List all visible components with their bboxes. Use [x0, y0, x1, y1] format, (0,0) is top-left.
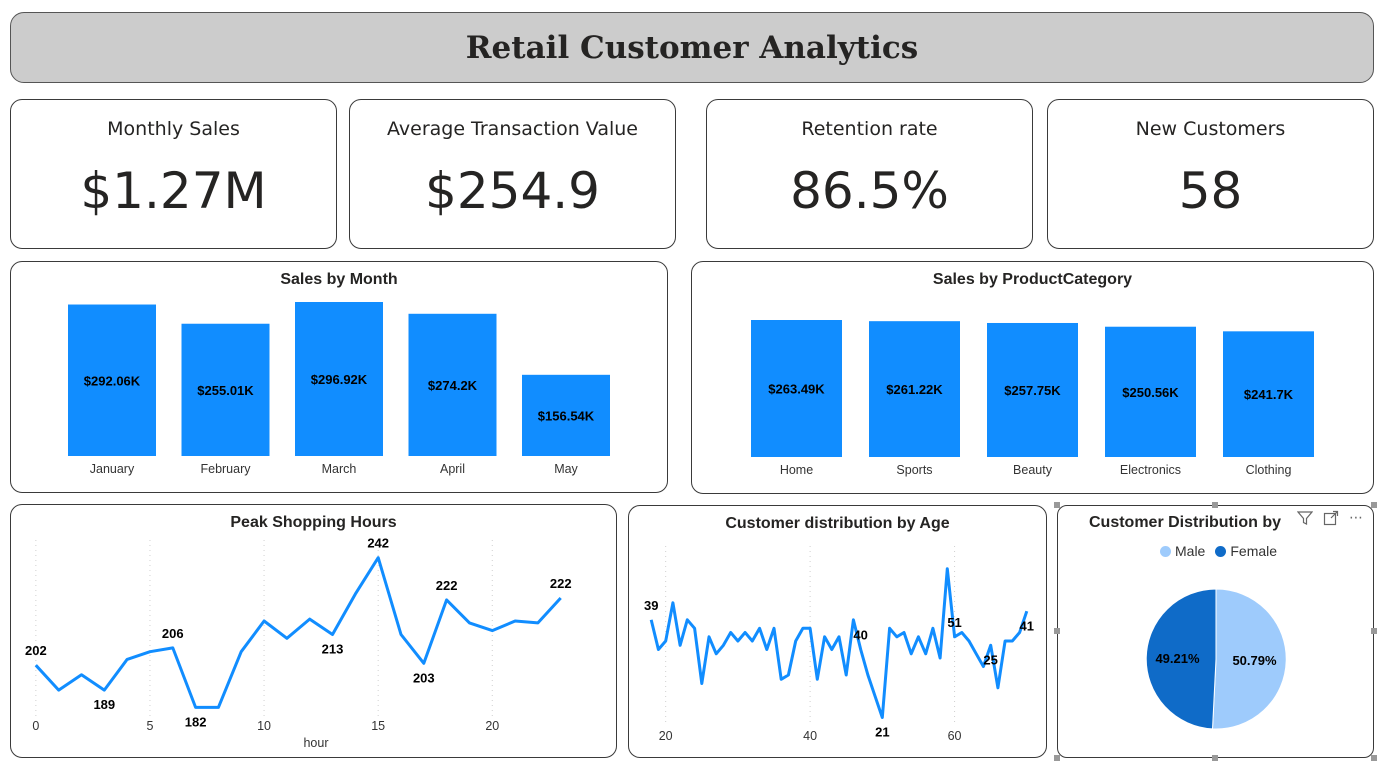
data-label: 242	[367, 536, 389, 551]
data-label: 222	[550, 576, 572, 591]
data-label: $296.92K	[311, 372, 368, 387]
kpi-label: Monthly Sales	[107, 118, 240, 140]
data-label: 21	[875, 725, 889, 740]
kpi-card-average-transaction-value[interactable]: Average Transaction Value $254.9	[349, 99, 676, 249]
x-tick-label: February	[200, 462, 251, 476]
kpi-card-new-customers[interactable]: New Customers 58	[1047, 99, 1374, 249]
gender-distribution-chart[interactable]: Customer Distribution by ⋯ Male Female 5…	[1054, 502, 1377, 761]
data-label: $257.75K	[1004, 383, 1061, 398]
resize-handle[interactable]	[1371, 755, 1377, 761]
peak-shopping-hours-chart[interactable]: Peak Shopping Hours 0 5 10 15 20 202 189 206 182…	[10, 504, 617, 758]
kpi-value: $1.27M	[80, 162, 267, 220]
slice-label: 49.21%	[1155, 651, 1200, 666]
data-label: 182	[185, 714, 207, 729]
x-tick-label: April	[440, 462, 465, 476]
kpi-label: New Customers	[1135, 118, 1286, 140]
kpi-value: 86.5%	[790, 162, 949, 220]
resize-handle[interactable]	[1212, 502, 1218, 508]
x-tick-label: Home	[780, 463, 813, 477]
x-tick-label: 0	[32, 719, 39, 733]
data-label: $255.01K	[197, 383, 254, 398]
x-tick-label: Clothing	[1246, 463, 1292, 477]
x-tick-label: 15	[371, 719, 385, 733]
data-label: 222	[436, 578, 458, 593]
x-tick-label: March	[322, 462, 357, 476]
data-label: 206	[162, 626, 184, 641]
data-label: 25	[983, 652, 997, 667]
sales-by-month-chart[interactable]: Sales by Month $292.06K January $255.01K Fe…	[10, 261, 668, 493]
data-label: 189	[93, 697, 115, 712]
resize-handle[interactable]	[1054, 502, 1060, 508]
resize-handle[interactable]	[1371, 502, 1377, 508]
x-axis-title: hour	[303, 736, 328, 750]
data-label: $274.2K	[428, 378, 478, 393]
data-label: $292.06K	[84, 373, 141, 388]
kpi-value: $254.9	[425, 162, 600, 220]
gender-pie-plot: 50.79% 49.21%	[1145, 588, 1287, 730]
peak-hours-plot: 0 5 10 15 20 202 189 206 182 213 242 203 222 222 hour	[25, 536, 572, 750]
sales-by-category-chart[interactable]: Sales by ProductCategory $263.49K Home $26…	[691, 261, 1374, 494]
resize-handle[interactable]	[1054, 628, 1060, 634]
x-tick-label: 60	[948, 729, 962, 743]
age-distribution-plot: 20 40 60 39 40 21 51 25 41	[644, 546, 1034, 743]
x-tick-label: 20	[659, 729, 673, 743]
data-label: $263.49K	[768, 382, 825, 397]
x-tick-label: 20	[485, 719, 499, 733]
kpi-label: Retention rate	[801, 118, 938, 140]
data-label: $241.7K	[1244, 387, 1294, 402]
data-label: 51	[947, 615, 961, 630]
report-title: Retail Customer Analytics	[465, 29, 919, 66]
data-label: $250.56K	[1122, 385, 1179, 400]
sales-by-month-plot: $292.06K January $255.01K February $296.92K M…	[68, 302, 610, 476]
kpi-card-monthly-sales[interactable]: Monthly Sales $1.27M	[10, 99, 337, 249]
resize-handle[interactable]	[1212, 755, 1218, 761]
slice-label: 50.79%	[1232, 653, 1277, 668]
data-label: $261.22K	[886, 382, 943, 397]
data-label: 40	[853, 628, 867, 643]
x-tick-label: Electronics	[1120, 463, 1181, 477]
x-tick-label: 5	[146, 719, 153, 733]
kpi-card-retention-rate[interactable]: Retention rate 86.5%	[706, 99, 1033, 249]
data-label: 39	[644, 598, 658, 613]
report-title-bar: Retail Customer Analytics	[10, 12, 1374, 83]
kpi-label: Average Transaction Value	[387, 118, 638, 140]
series-line	[34, 556, 562, 709]
resize-handle[interactable]	[1371, 628, 1377, 634]
data-label: 202	[25, 643, 47, 658]
x-tick-label: Beauty	[1013, 463, 1053, 477]
kpi-value: 58	[1178, 162, 1243, 220]
resize-handle[interactable]	[1054, 755, 1060, 761]
x-tick-label: 40	[803, 729, 817, 743]
series-line	[649, 567, 1029, 719]
age-distribution-chart[interactable]: Customer distribution by Age 20 40 60 39 40 2…	[628, 505, 1047, 758]
x-tick-label: 10	[257, 719, 271, 733]
data-label: $156.54K	[538, 408, 595, 423]
x-tick-label: Sports	[896, 463, 932, 477]
x-tick-label: May	[554, 462, 578, 476]
sales-by-category-plot: $263.49K Home $261.22K Sports $257.75K Beauty…	[751, 320, 1314, 477]
x-tick-label: January	[90, 462, 135, 476]
data-label: 41	[1020, 618, 1034, 633]
data-label: 213	[322, 641, 344, 656]
data-label: 203	[413, 670, 435, 685]
